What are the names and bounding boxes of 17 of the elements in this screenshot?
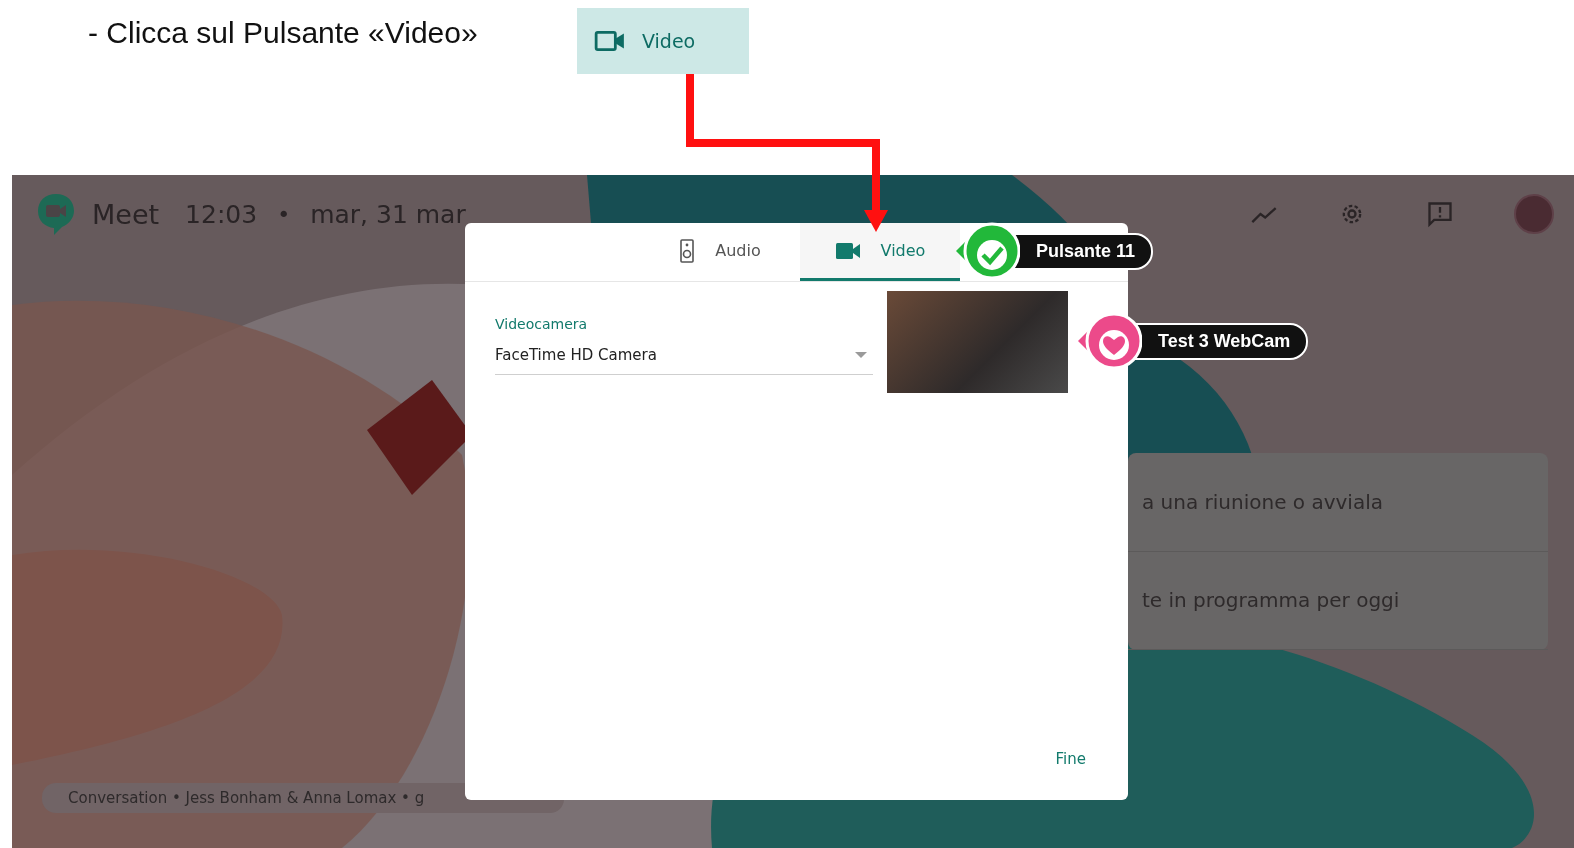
- video-camera-icon: [594, 28, 626, 54]
- feedback-icon[interactable]: [1426, 200, 1454, 228]
- tab[interactable]: Video: [800, 223, 960, 281]
- caret-icon: [855, 352, 867, 358]
- camera-dropdown[interactable]: FaceTime HD Camera: [495, 346, 873, 375]
- field-label: Videocamera: [495, 316, 589, 332]
- speaker-icon: [679, 238, 696, 263]
- app-name: Meet: [92, 198, 160, 230]
- time-text: 12:03: [185, 199, 258, 229]
- avatar[interactable]: [1514, 194, 1554, 234]
- meet-logo-icon: [36, 192, 76, 236]
- separator-dot: •: [277, 201, 291, 227]
- instruction-text: - Clicca sul Pulsante «Video»: [88, 16, 479, 50]
- video-button[interactable]: Video: [577, 8, 749, 74]
- video-camera-icon: [834, 240, 861, 261]
- date-text: mar, 31 mar: [310, 199, 466, 229]
- done-button[interactable]: Fine: [1053, 746, 1088, 772]
